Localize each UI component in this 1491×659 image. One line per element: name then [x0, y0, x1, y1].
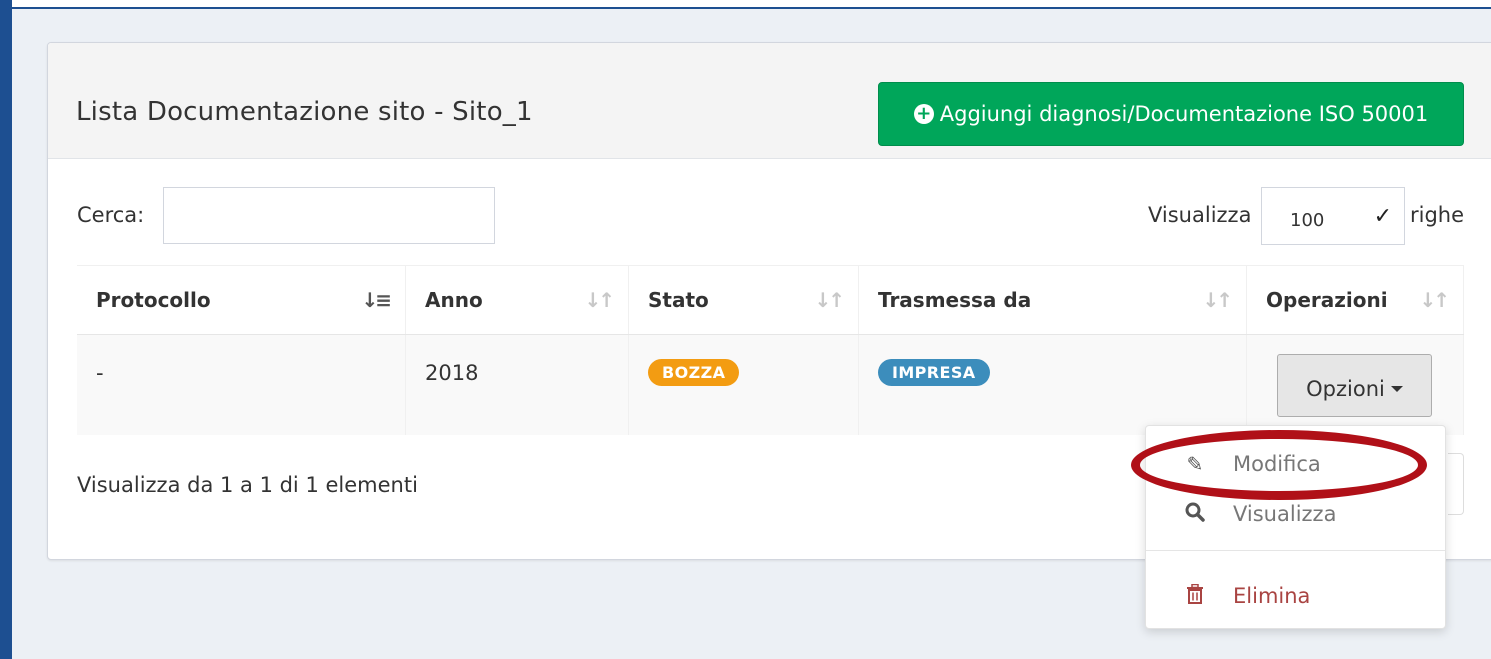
status-badge: BOZZA — [648, 359, 740, 386]
rows-per-page-value: 100 — [1290, 209, 1325, 231]
column-label: Anno — [425, 288, 483, 312]
cell-anno: 2018 — [406, 335, 629, 435]
search-input[interactable] — [163, 187, 495, 244]
rows-per-page-select[interactable]: 100 ✓ — [1261, 187, 1405, 245]
menu-item-elimina[interactable]: Elimina — [1146, 578, 1445, 614]
trash-icon — [1183, 583, 1207, 609]
menu-divider — [1146, 550, 1445, 551]
menu-item-visualizza[interactable]: Visualizza — [1146, 496, 1445, 532]
column-label: Stato — [648, 288, 709, 312]
column-label: Trasmessa da — [878, 288, 1032, 312]
protocollo-value: - — [96, 361, 104, 385]
length-label-suffix: righe — [1410, 203, 1465, 227]
options-dropdown-button[interactable]: Opzioni — [1277, 354, 1432, 417]
add-documentation-button[interactable]: + Aggiungi diagnosi/Documentazione ISO 5… — [878, 82, 1464, 146]
top-border — [0, 0, 1491, 9]
column-header-anno[interactable]: Anno ↓↑ — [406, 266, 629, 334]
sort-icon: ↓↑ — [814, 288, 844, 312]
sort-icon: ↓↑ — [1202, 288, 1232, 312]
menu-item-label: Modifica — [1233, 452, 1321, 476]
pencil-icon: ✎ — [1186, 452, 1204, 476]
box-header: Lista Documentazione sito - Sito_1 + Agg… — [48, 43, 1491, 159]
sort-icon: ↓↑ — [1419, 288, 1449, 312]
cell-protocollo: - — [77, 335, 406, 435]
sort-amount-down-icon: ↓≡ — [361, 288, 391, 312]
sort-icon: ↓↑ — [584, 288, 614, 312]
caret-down-icon — [1390, 385, 1403, 392]
options-dropdown-menu: ✎ Modifica Visualizza Elimina — [1145, 425, 1446, 629]
cell-trasmessa-da: IMPRESA — [859, 335, 1247, 435]
box-title: Lista Documentazione sito - Sito_1 — [76, 97, 533, 127]
column-label: Operazioni — [1266, 288, 1388, 312]
length-label-prefix: Visualizza — [1148, 203, 1252, 227]
column-header-trasmessa-da[interactable]: Trasmessa da ↓↑ — [859, 266, 1247, 334]
left-accent-bar — [0, 0, 12, 659]
pagination[interactable] — [1448, 453, 1464, 515]
column-header-stato[interactable]: Stato ↓↑ — [629, 266, 859, 334]
plus-circle-icon: + — [913, 104, 934, 124]
table-row: - 2018 BOZZA IMPRESA Opzioni — [77, 335, 1464, 435]
table-info: Visualizza da 1 a 1 di 1 elementi — [77, 473, 418, 497]
options-label: Opzioni — [1306, 376, 1385, 401]
menu-item-label: Elimina — [1233, 584, 1311, 608]
search-label: Cerca: — [77, 203, 145, 227]
column-label: Protocollo — [96, 288, 211, 312]
table-header: Protocollo ↓≡ Anno ↓↑ Stato ↓↑ Trasmessa… — [77, 265, 1464, 335]
menu-item-modifica[interactable]: ✎ Modifica — [1146, 446, 1445, 482]
cell-operazioni: Opzioni — [1247, 335, 1464, 435]
column-header-operazioni[interactable]: Operazioni ↓↑ — [1247, 266, 1464, 334]
cell-stato: BOZZA — [629, 335, 859, 435]
anno-value: 2018 — [425, 361, 479, 385]
search-icon — [1183, 502, 1207, 527]
sender-badge: IMPRESA — [878, 359, 990, 386]
add-button-label: Aggiungi diagnosi/Documentazione ISO 500… — [939, 102, 1429, 126]
menu-item-label: Visualizza — [1233, 502, 1337, 526]
documents-table: Protocollo ↓≡ Anno ↓↑ Stato ↓↑ Trasmessa… — [77, 265, 1464, 435]
column-header-protocollo[interactable]: Protocollo ↓≡ — [77, 266, 406, 334]
chevron-down-icon: ✓ — [1373, 203, 1392, 229]
